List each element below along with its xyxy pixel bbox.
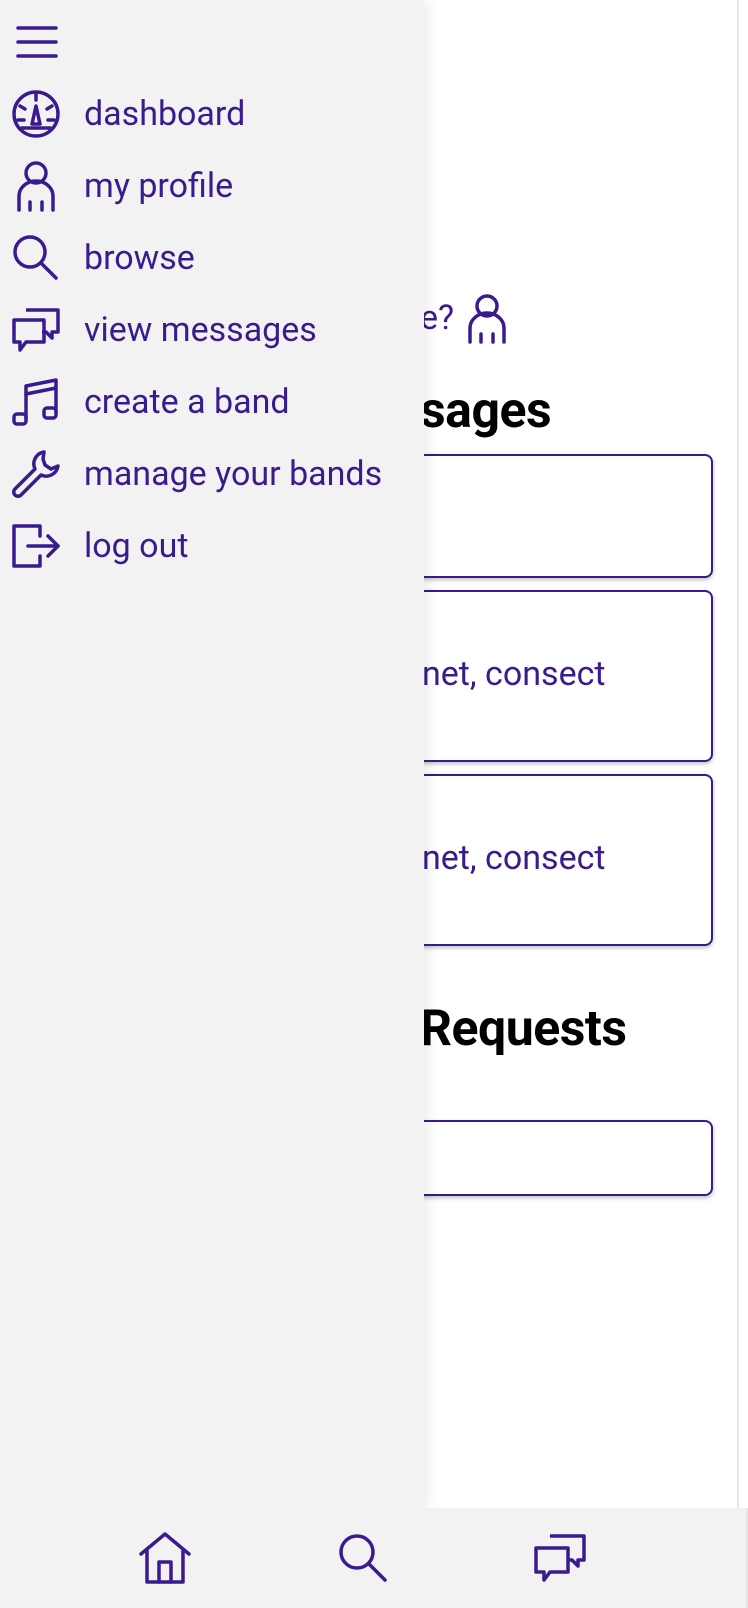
person-icon — [468, 294, 506, 344]
nav-label: view messages — [84, 310, 317, 350]
nav-item-view-messages[interactable]: view messages — [0, 294, 424, 366]
search-icon[interactable] — [335, 1530, 391, 1586]
nav-drawer: dashboard my profile browse view message… — [0, 0, 424, 1508]
message-snippet: net, consect — [422, 838, 606, 878]
music-note-icon — [0, 366, 84, 438]
gauge-icon — [0, 78, 84, 150]
message-snippet: net, consect — [422, 654, 606, 694]
hamburger-icon[interactable] — [12, 20, 60, 64]
app-root: e? sages net, consect net, consect Reque… — [0, 0, 748, 1608]
nav-item-browse[interactable]: browse — [0, 222, 424, 294]
nav-item-log-out[interactable]: log out — [0, 510, 424, 582]
chat-bubbles-icon[interactable] — [532, 1530, 588, 1586]
person-icon — [0, 150, 84, 222]
edit-profile-prompt-text: e? — [420, 298, 455, 338]
nav-label: browse — [84, 238, 195, 278]
home-icon[interactable] — [137, 1530, 193, 1586]
search-icon — [0, 222, 84, 294]
nav-label: log out — [84, 526, 189, 566]
nav-item-manage-bands[interactable]: manage your bands — [0, 438, 424, 510]
scroll-edge — [737, 0, 739, 1508]
nav-list: dashboard my profile browse view message… — [0, 78, 424, 582]
logout-icon — [0, 510, 84, 582]
nav-label: dashboard — [84, 94, 246, 134]
nav-label: manage your bands — [84, 454, 383, 494]
wrench-icon — [0, 438, 84, 510]
bottom-nav — [0, 1508, 748, 1608]
nav-item-my-profile[interactable]: my profile — [0, 150, 424, 222]
nav-item-dashboard[interactable]: dashboard — [0, 78, 424, 150]
requests-heading: Requests — [420, 1000, 627, 1058]
nav-label: create a band — [84, 382, 290, 422]
chat-bubbles-icon — [0, 294, 84, 366]
edit-profile-prompt[interactable]: e? — [420, 292, 510, 344]
nav-label: my profile — [84, 166, 234, 206]
messages-heading: sages — [420, 382, 552, 440]
nav-item-create-band[interactable]: create a band — [0, 366, 424, 438]
